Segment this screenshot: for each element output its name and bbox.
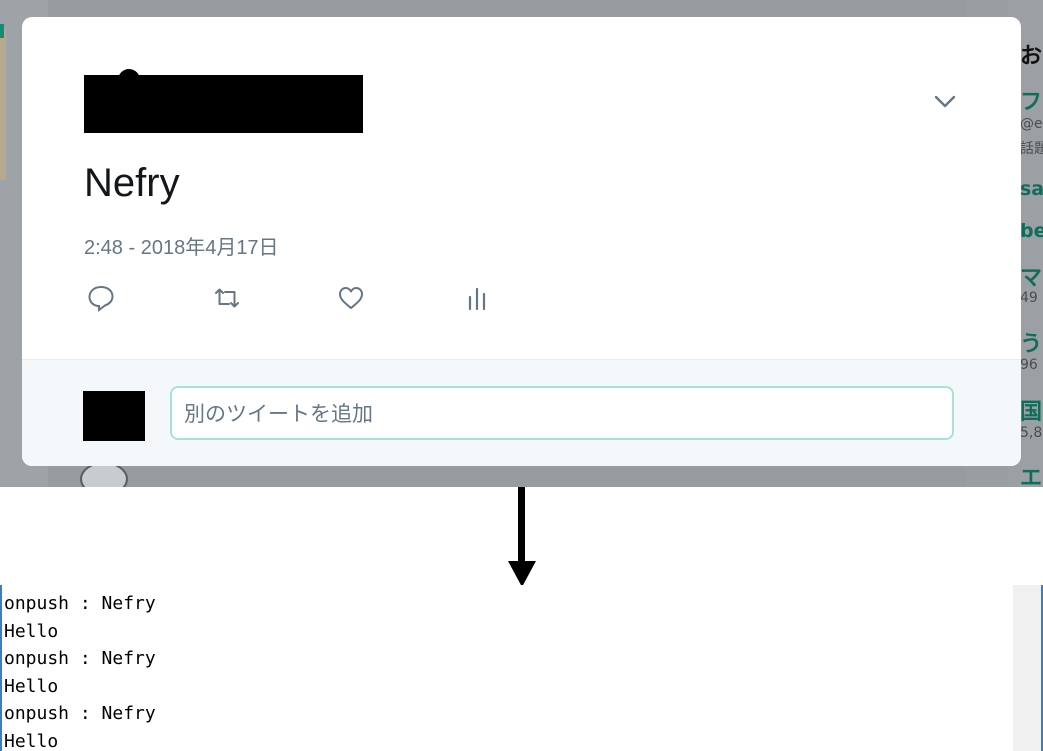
retweet-icon[interactable] (212, 283, 242, 313)
serial-console: onpush : Nefry Hello onpush : Nefry Hell… (0, 585, 1043, 751)
reply-icon[interactable] (86, 283, 116, 313)
tweet-modal: Nefry 2:48 - 2018年4月17日 別のツイートを追加 (22, 17, 1021, 466)
like-icon[interactable] (336, 283, 366, 313)
console-line: onpush : Nefry (4, 648, 156, 670)
trend-meta: @er (1020, 116, 1043, 132)
trend-meta: 49 (1020, 290, 1038, 306)
reply-input[interactable]: 別のツイートを追加 (170, 386, 954, 440)
redacted-avatar (83, 391, 145, 441)
trend-item[interactable]: sa (1020, 178, 1043, 200)
tweet-timestamp[interactable]: 2:48 - 2018年4月17日 (84, 231, 279, 260)
console-output: onpush : Nefry Hello onpush : Nefry Hell… (4, 590, 156, 751)
trends-heading: おす (1020, 44, 1043, 69)
down-arrow-shaft (518, 487, 525, 563)
redacted-user-name (84, 75, 363, 133)
trend-meta: 96 (1020, 357, 1038, 373)
trend-item[interactable]: be (1020, 220, 1043, 242)
analytics-icon[interactable] (462, 283, 492, 313)
console-line: Hello (4, 675, 59, 697)
tweet-text: Nefry (84, 161, 180, 205)
console-line: onpush : Nefry (4, 593, 156, 614)
trend-item[interactable]: マ (1020, 260, 1042, 292)
down-arrow-icon (508, 561, 536, 587)
console-border (0, 585, 2, 751)
trend-item[interactable]: フ (1020, 84, 1042, 116)
console-scrollbar[interactable] (1013, 585, 1041, 751)
console-line: Hello (4, 620, 59, 642)
console-line: onpush : Nefry (4, 703, 156, 725)
trend-meta: 5,8 (1020, 425, 1043, 441)
reply-compose-area: 別のツイートを追加 (22, 359, 1021, 466)
chevron-down-icon[interactable] (932, 91, 958, 111)
trend-meta: 話題 (1020, 141, 1043, 157)
trend-item[interactable]: う (1020, 326, 1042, 358)
trend-item[interactable]: 国民 (1020, 394, 1043, 426)
background-accent (0, 24, 4, 38)
trend-item[interactable]: エス (1020, 460, 1043, 487)
console-line: Hello (4, 730, 59, 751)
tweet-screenshot: おす フ @er 話題 sa be マ 49 う 96 国民 5,8 エス Ne… (0, 0, 1043, 487)
background-thumbnail (0, 30, 6, 180)
